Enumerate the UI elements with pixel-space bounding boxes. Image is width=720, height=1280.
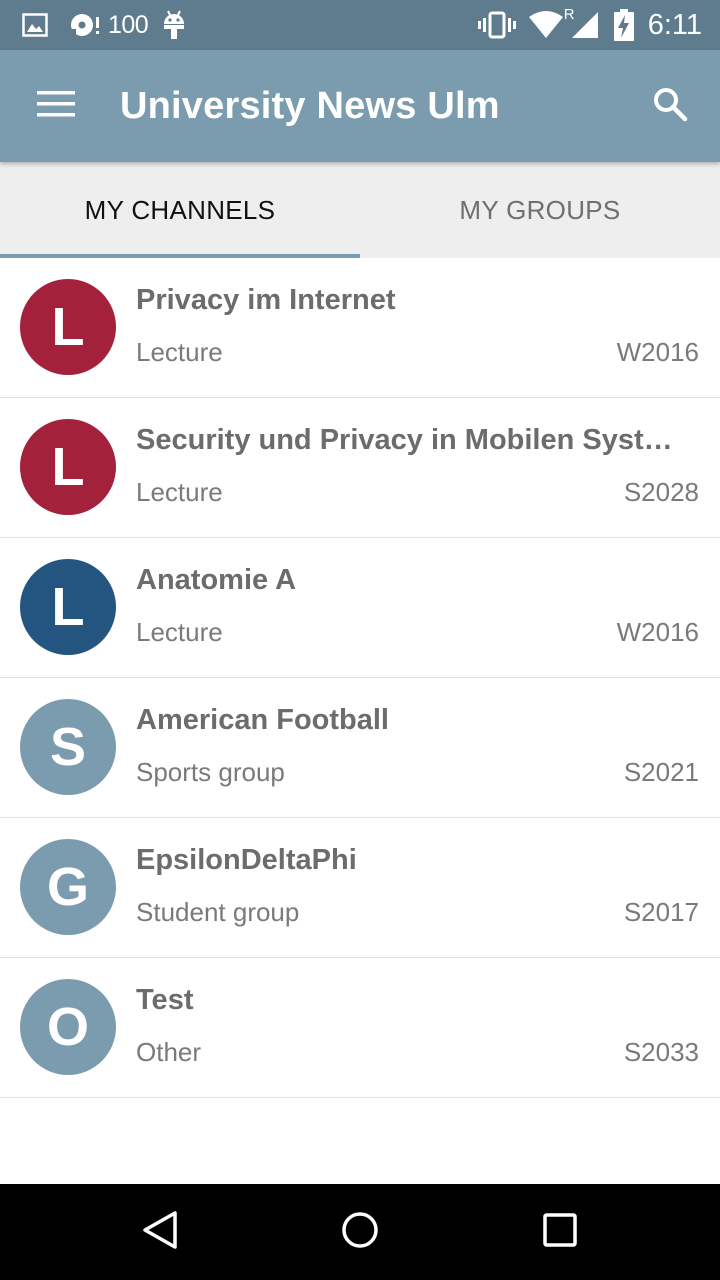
list-item[interactable]: L Security und Privacy in Mobilen Syst… … bbox=[0, 398, 720, 538]
list-item[interactable]: O Test Other S2033 bbox=[0, 958, 720, 1098]
channel-type: Lecture bbox=[136, 617, 223, 647]
channel-list: L Privacy im Internet Lecture W2016 L Se… bbox=[0, 258, 720, 1098]
battery-charging-icon bbox=[613, 9, 634, 41]
channel-term: W2016 bbox=[616, 617, 699, 647]
status-bar-left: 100 bbox=[22, 0, 186, 50]
tab-bar: MY CHANNELS MY GROUPS bbox=[0, 162, 720, 258]
channel-title: Anatomie A bbox=[136, 564, 297, 596]
channel-title: Test bbox=[136, 984, 194, 1016]
app-title: University News Ulm bbox=[120, 85, 500, 127]
avatar: L bbox=[20, 279, 116, 375]
channel-term: S2033 bbox=[623, 1037, 699, 1067]
signal-icon: R bbox=[564, 6, 602, 40]
list-item[interactable]: S American Football Sports group S2021 bbox=[0, 678, 720, 818]
recents-button[interactable] bbox=[520, 1202, 600, 1262]
vibrate-icon bbox=[477, 11, 516, 39]
navigation-bar bbox=[0, 1184, 720, 1280]
list-item[interactable]: L Privacy im Internet Lecture W2016 bbox=[0, 258, 720, 398]
status-time: 6:11 bbox=[647, 8, 702, 41]
channel-type: Student group bbox=[136, 897, 300, 927]
search-button[interactable] bbox=[640, 78, 700, 134]
tab-my-channels[interactable]: MY CHANNELS bbox=[0, 162, 360, 258]
channel-term: S2028 bbox=[623, 477, 699, 507]
channel-title: Privacy im Internet bbox=[136, 284, 396, 316]
channel-type: Sports group bbox=[136, 757, 285, 787]
media-disc-icon bbox=[68, 11, 102, 39]
avatar: L bbox=[20, 419, 116, 515]
channel-term: S2017 bbox=[623, 897, 699, 927]
channel-type: Lecture bbox=[136, 477, 223, 507]
tab-my-groups[interactable]: MY GROUPS bbox=[360, 162, 720, 258]
back-icon bbox=[141, 1210, 179, 1255]
android-icon bbox=[162, 10, 186, 40]
back-button[interactable] bbox=[120, 1202, 200, 1262]
avatar: L bbox=[20, 559, 116, 655]
avatar: S bbox=[20, 699, 116, 795]
avatar: G bbox=[20, 839, 116, 935]
wifi-icon bbox=[528, 11, 564, 39]
roaming-indicator: R bbox=[563, 6, 575, 23]
channel-title: Security und Privacy in Mobilen Syst… bbox=[136, 424, 673, 456]
channel-type: Other bbox=[136, 1037, 202, 1067]
image-icon bbox=[22, 13, 48, 37]
status-bar-right: R 6:11 bbox=[477, 0, 702, 50]
hamburger-menu-icon bbox=[37, 90, 75, 123]
home-icon bbox=[340, 1210, 380, 1255]
channel-type: Lecture bbox=[136, 337, 223, 367]
recents-icon bbox=[542, 1212, 578, 1253]
list-item[interactable]: G EpsilonDeltaPhi Student group S2017 bbox=[0, 818, 720, 958]
notification-count: 100 bbox=[108, 10, 149, 39]
avatar: O bbox=[20, 979, 116, 1075]
channel-title: EpsilonDeltaPhi bbox=[136, 844, 357, 876]
app-bar: University News Ulm bbox=[0, 50, 720, 162]
status-bar: 100 R 6:11 bbox=[0, 0, 720, 50]
channel-title: American Football bbox=[136, 704, 389, 736]
menu-button[interactable] bbox=[26, 78, 86, 134]
channel-term: S2021 bbox=[623, 757, 699, 787]
search-icon bbox=[652, 86, 688, 127]
list-item[interactable]: L Anatomie A Lecture W2016 bbox=[0, 538, 720, 678]
home-button[interactable] bbox=[320, 1202, 400, 1262]
channel-term: W2016 bbox=[616, 337, 699, 367]
